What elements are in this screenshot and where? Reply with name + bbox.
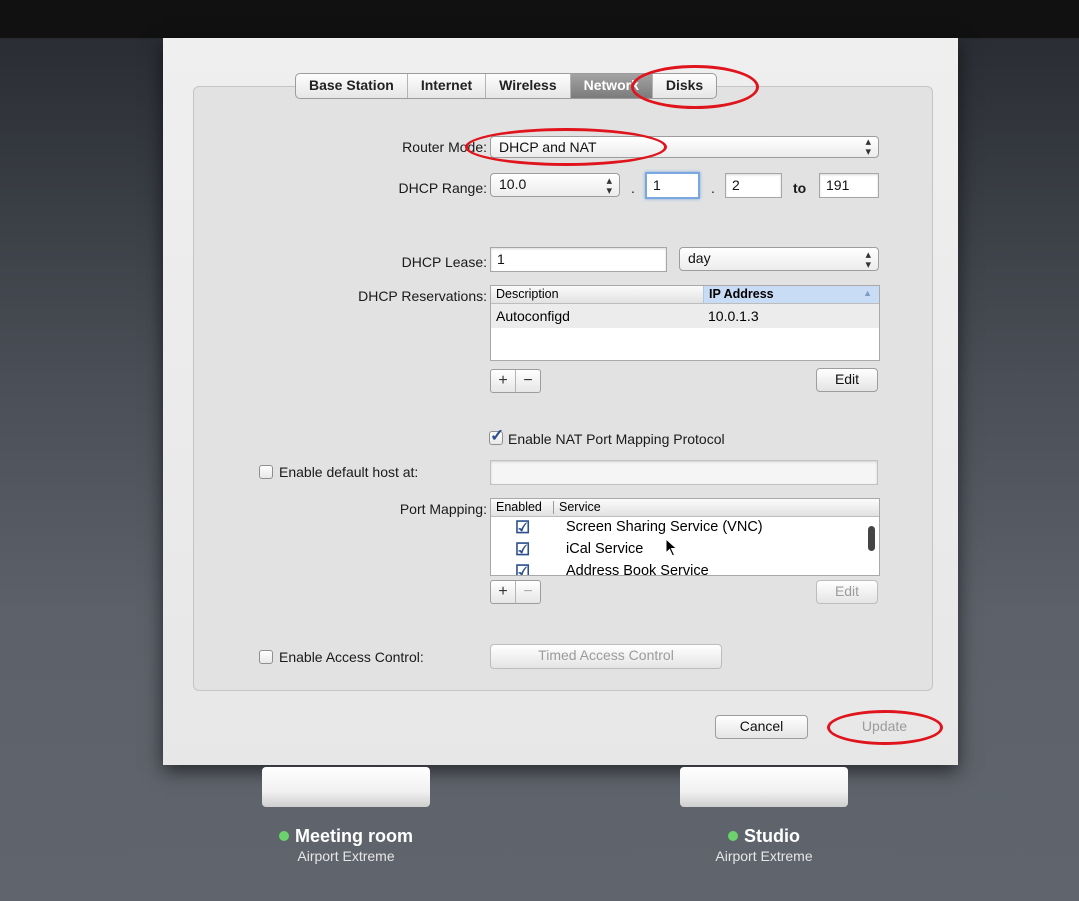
dhcp-lease-label: DHCP Lease: <box>401 254 487 270</box>
scrollbar-thumb[interactable] <box>868 526 875 551</box>
default-host-field[interactable] <box>490 460 878 485</box>
port-mapping-add-button[interactable]: + <box>491 581 515 603</box>
dhcp-range-to-label: to <box>793 180 807 196</box>
dhcp-lease-unit-select[interactable]: day ▴ ▾ <box>679 247 879 271</box>
reservation-description: Autoconfigd <box>496 308 570 324</box>
column-description[interactable]: Description <box>496 287 559 301</box>
network-settings-sheet: Base Station Internet Wireless Network D… <box>163 38 958 765</box>
port-mapping-table[interactable]: Enabled Service ☑ Screen Sharing Service… <box>490 498 880 576</box>
port-mapping-remove-button[interactable]: − <box>515 581 540 603</box>
checkmark-icon: ☑ <box>515 562 531 576</box>
column-ip-address[interactable]: IP Address ▲ <box>703 286 879 303</box>
dhcp-range-octet3-field[interactable]: 1 <box>645 172 700 199</box>
column-enabled[interactable]: Enabled <box>496 500 542 514</box>
meeting-room-device-label[interactable]: Meeting room Airport Extreme <box>236 826 456 864</box>
column-separator <box>553 501 554 514</box>
dhcp-range-dot-2: . <box>711 180 715 196</box>
port-mapping-label: Port Mapping: <box>399 501 487 517</box>
tab-wireless[interactable]: Wireless <box>486 74 571 98</box>
status-online-icon <box>728 831 738 841</box>
router-mode-highlight-ring <box>465 128 667 166</box>
access-control-label[interactable]: Enable Access Control: <box>279 649 424 665</box>
checkmark-icon: ☑ <box>515 540 531 559</box>
table-row[interactable]: ☑ Address Book Service <box>491 562 863 576</box>
dhcp-range-prefix-select[interactable]: 10.0 ▴ ▾ <box>490 173 620 197</box>
device-name: Studio <box>744 826 800 846</box>
studio-device-label[interactable]: Studio Airport Extreme <box>654 826 874 864</box>
checkmark-icon: ☑ <box>515 518 531 537</box>
default-host-checkbox[interactable] <box>259 465 273 479</box>
access-control-checkbox[interactable] <box>259 650 273 664</box>
popup-arrows-icon: ▴ ▾ <box>865 136 871 158</box>
reservation-ip: 10.0.1.3 <box>708 308 759 324</box>
checkmark-icon: ✓ <box>490 426 505 445</box>
dhcp-reservations-label: DHCP Reservations: <box>358 288 487 304</box>
device-model: Airport Extreme <box>715 848 813 864</box>
dhcp-range-end-field[interactable]: 191 <box>819 173 879 198</box>
reservations-header: Description IP Address ▲ <box>491 286 879 304</box>
mouse-pointer-icon <box>665 538 678 557</box>
studio-base-station-image[interactable] <box>680 767 848 807</box>
tab-internet[interactable]: Internet <box>408 74 487 98</box>
service-name: iCal Service <box>566 541 644 557</box>
network-tab-highlight-ring <box>631 65 759 109</box>
table-row[interactable]: Autoconfigd 10.0.1.3 <box>491 304 879 328</box>
dhcp-range-label: DHCP Range: <box>398 180 487 196</box>
sort-ascending-icon: ▲ <box>863 288 872 298</box>
popup-arrows-icon: ▴ ▾ <box>606 175 612 197</box>
table-row[interactable]: ☑ Screen Sharing Service (VNC) <box>491 518 863 538</box>
dhcp-range-prefix-value: 10.0 <box>499 176 527 192</box>
reservations-remove-button[interactable]: − <box>515 370 540 392</box>
reservations-add-button[interactable]: + <box>491 370 515 392</box>
port-mapping-header: Enabled Service <box>491 499 879 517</box>
column-ip-address-label: IP Address <box>709 287 774 301</box>
meeting-room-base-station-image[interactable] <box>262 767 430 807</box>
dhcp-lease-unit-value: day <box>688 250 711 266</box>
timed-access-control-button[interactable]: Timed Access Control <box>490 644 722 669</box>
device-name: Meeting room <box>294 826 413 846</box>
dhcp-range-dot-1: . <box>631 180 635 196</box>
device-model: Airport Extreme <box>297 848 395 864</box>
update-highlight-ring <box>827 710 943 745</box>
nat-pmp-label[interactable]: Enable NAT Port Mapping Protocol <box>508 431 725 447</box>
window-top-bar <box>0 0 1079 38</box>
cancel-button[interactable]: Cancel <box>715 715 808 739</box>
service-name: Screen Sharing Service (VNC) <box>566 519 763 535</box>
tab-base-station[interactable]: Base Station <box>296 74 408 98</box>
dhcp-reservations-table[interactable]: Description IP Address ▲ Autoconfigd 10.… <box>490 285 880 361</box>
router-mode-label: Router Mode: <box>402 139 487 155</box>
port-mapping-add-remove: + − <box>490 580 541 604</box>
port-mapping-edit-button[interactable]: Edit <box>816 580 878 604</box>
column-service[interactable]: Service <box>559 500 601 514</box>
default-host-label[interactable]: Enable default host at: <box>279 464 418 480</box>
reservations-add-remove: + − <box>490 369 541 393</box>
reservations-edit-button[interactable]: Edit <box>816 368 878 392</box>
dhcp-lease-field[interactable]: 1 <box>490 247 667 272</box>
dhcp-range-start-field[interactable]: 2 <box>725 173 782 198</box>
status-online-icon <box>278 831 289 841</box>
service-name: Address Book Service <box>566 563 709 576</box>
popup-arrows-icon: ▴ ▾ <box>865 249 871 271</box>
